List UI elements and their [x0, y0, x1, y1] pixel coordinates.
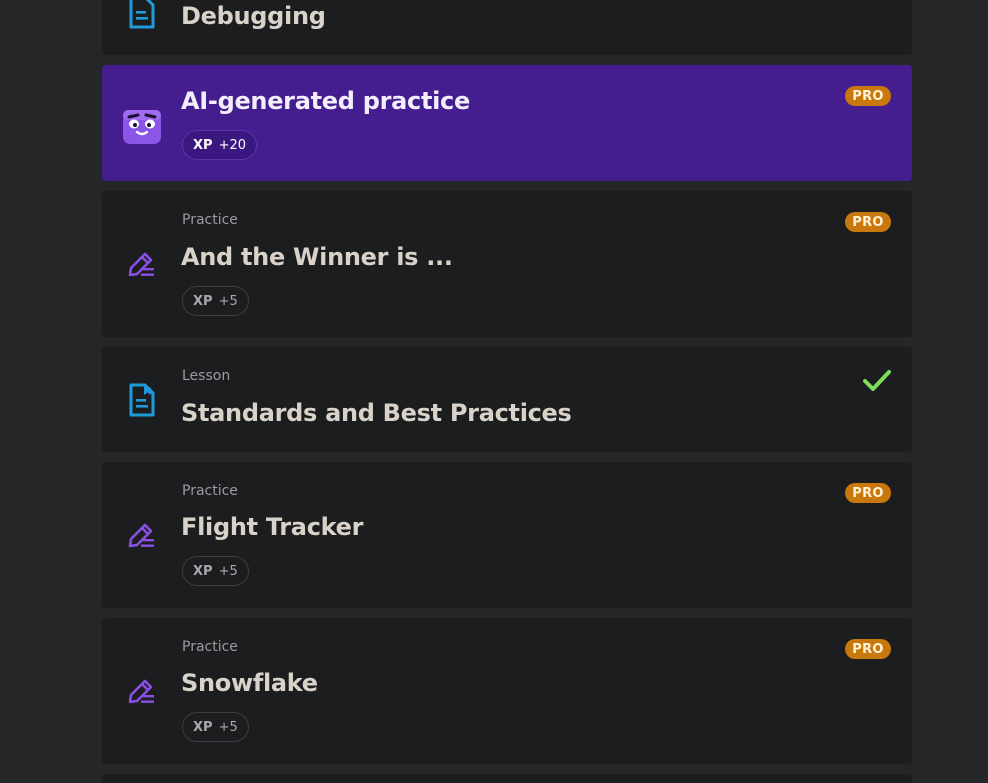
lesson-card-snowflake[interactable]: Practice Snowflake XP +5 PRO [102, 618, 912, 764]
pro-badge: PRO [845, 212, 891, 232]
xp-label: XP [193, 137, 213, 153]
ai-mascot-icon [122, 106, 162, 146]
xp-reward-badge: XP +5 [182, 286, 249, 316]
lesson-title: Debugging [181, 2, 326, 30]
lesson-card-standards[interactable]: Lesson Standards and Best Practices [102, 347, 912, 452]
xp-value: +5 [218, 293, 238, 309]
lesson-title: AI-generated practice [181, 87, 470, 115]
xp-value: +5 [218, 563, 238, 579]
lesson-type-label: Practice [182, 483, 238, 499]
pencil-lines-icon [124, 516, 160, 552]
lesson-title: Snowflake [181, 669, 318, 697]
lesson-card-next[interactable] [102, 774, 912, 783]
xp-reward-badge: XP +20 [182, 130, 257, 160]
lesson-doc-icon [124, 0, 160, 30]
xp-label: XP [193, 293, 213, 309]
lesson-doc-icon [124, 382, 160, 418]
pro-badge: PRO [845, 86, 891, 106]
lesson-title: And the Winner is ... [181, 243, 453, 271]
xp-label: XP [193, 719, 213, 735]
lesson-type-label: Practice [182, 639, 238, 655]
pencil-lines-icon [124, 672, 160, 708]
lesson-type-label: Lesson [182, 368, 231, 384]
lesson-title: Standards and Best Practices [181, 399, 572, 427]
lesson-card-ai-practice[interactable]: AI-generated practice XP +20 PRO [102, 65, 912, 181]
xp-label: XP [193, 563, 213, 579]
pro-badge: PRO [845, 639, 891, 659]
completed-check-icon [863, 370, 891, 391]
pencil-lines-icon [124, 245, 160, 281]
lesson-type-label: Practice [182, 212, 238, 228]
xp-value: +20 [218, 137, 246, 153]
lesson-card-debugging[interactable]: Debugging [102, 0, 912, 55]
lesson-card-winner[interactable]: Practice And the Winner is ... XP +5 PRO [102, 191, 912, 337]
xp-value: +5 [218, 719, 238, 735]
xp-reward-badge: XP +5 [182, 556, 249, 586]
pro-badge: PRO [845, 483, 891, 503]
lesson-title: Flight Tracker [181, 513, 364, 541]
lesson-card-flight-tracker[interactable]: Practice Flight Tracker XP +5 PRO [102, 462, 912, 608]
xp-reward-badge: XP +5 [182, 712, 249, 742]
